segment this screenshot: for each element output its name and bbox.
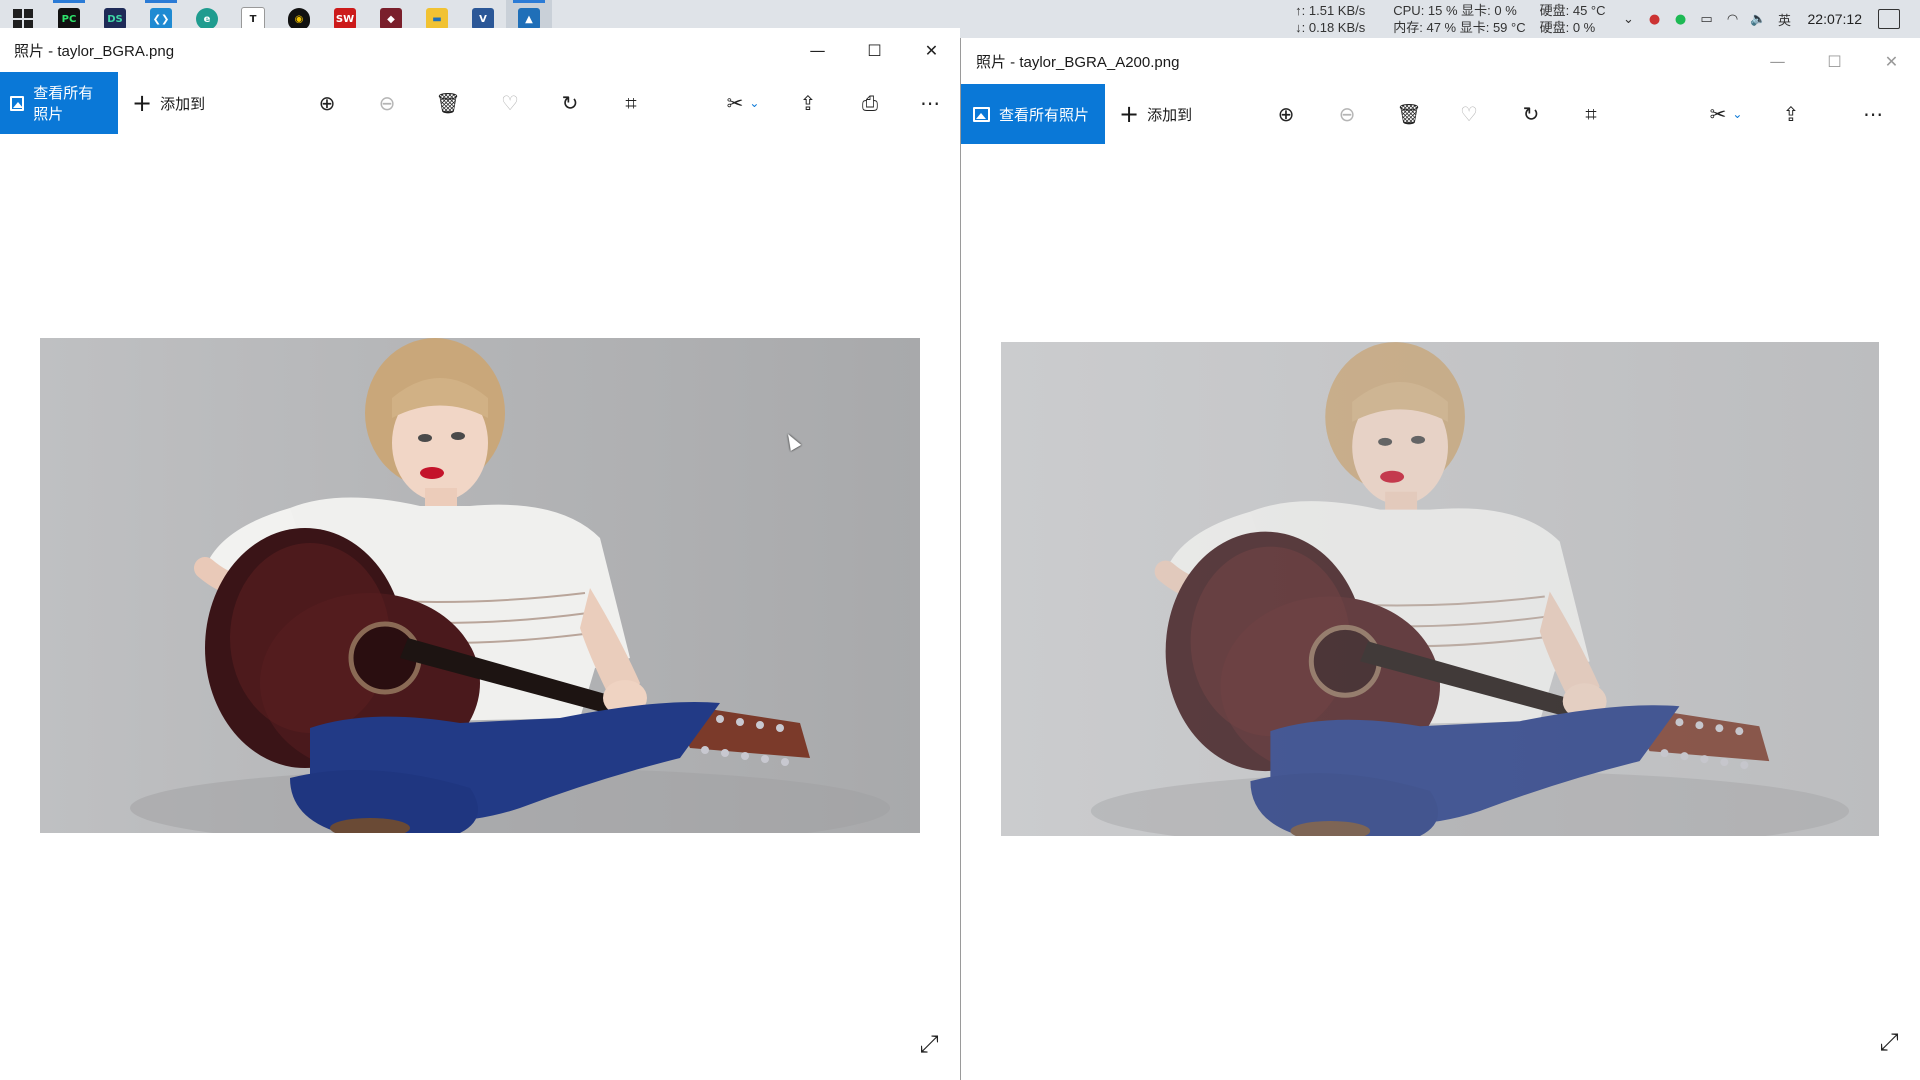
picture-icon [973,106,990,122]
caption-buttons: — ☐ ✕ [789,28,960,72]
wifi-icon[interactable]: ◠ [1724,10,1742,28]
zoom-in-icon[interactable]: ⊕ [1266,84,1306,144]
system-stats: CPU: 15 % 显卡: 0 % 内存: 47 % 显卡: 59 °C [1393,2,1525,36]
rotate-icon[interactable]: ↻ [550,72,590,134]
ime-indicator[interactable]: 英 [1776,10,1794,29]
add-to-label: 添加到 [160,94,206,113]
windows-logo-icon [13,9,33,29]
app-tray-icon[interactable]: ● [1646,10,1664,28]
net-upload: ↑: 1.51 KB/s [1295,3,1366,18]
photo-image [1090,342,1849,836]
qq-penguin-icon: ◉ [288,8,310,30]
minimize-button[interactable]: — [1749,38,1806,84]
photos-window-right: 照片 - taylor_BGRA_A200.png — ☐ ✕ 查看所有照片 +… [960,38,1920,1080]
share-icon[interactable]: ⇪ [788,72,828,134]
volume-icon[interactable]: 🔈 [1750,10,1768,28]
chevron-down-icon[interactable]: ⌄ [1620,10,1638,28]
picture-icon [10,95,25,111]
mem-gpu-temp: 内存: 47 % 显卡: 59 °C [1393,20,1526,35]
title-bar[interactable]: 照片 - taylor_BGRA_A200.png — ☐ ✕ [961,38,1920,84]
more-icon[interactable]: ⋯ [910,72,950,134]
add-to-button[interactable]: + 添加到 [132,89,206,117]
crop-icon[interactable]: ⌗ [1571,84,1611,144]
zoom-in-icon[interactable]: ⊕ [307,72,347,134]
crop-icon[interactable]: ⌗ [611,72,651,134]
network-speed: ↑: 1.51 KB/s ↓: 0.18 KB/s [1295,2,1365,36]
heart-icon[interactable]: ♡ [1449,84,1489,144]
plus-icon: + [1119,100,1140,128]
system-tray: ↑: 1.51 KB/s ↓: 0.18 KB/s CPU: 15 % 显卡: … [1295,0,1920,38]
window-title: 照片 - taylor_BGRA_A200.png [976,53,1180,71]
photo-canvas[interactable] [1001,342,1879,836]
trash-icon[interactable]: 🗑 [428,72,468,134]
photo-toolbar: 查看所有照片 + 添加到 ⊕ ⊖ 🗑 ♡ ↻ ⌗ ✂ ⌄ ⇪ ⋯ [961,84,1920,144]
maximize-button[interactable]: ☐ [846,28,903,72]
photos-window-left: 照片 - taylor_BGRA.png — ☐ ✕ 查看所有照片 + 添加到 … [0,28,960,1080]
edit-create-icon[interactable]: ✂ ⌄ [718,72,768,134]
battery-icon[interactable]: ▭ [1698,10,1716,28]
photo-image [130,338,890,833]
fullscreen-icon[interactable]: ⤢ [1875,1028,1903,1056]
spotify-icon[interactable]: ● [1672,10,1690,28]
solidworks-icon: SW [334,8,356,30]
title-bar[interactable]: 照片 - taylor_BGRA.png — ☐ ✕ [0,28,960,72]
chevron-down-icon: ⌄ [749,96,760,110]
more-icon[interactable]: ⋯ [1853,84,1893,144]
view-all-label: 查看所有照片 [33,84,94,123]
chart-tool-icon: ◆ [380,8,402,30]
photo-toolbar: 查看所有照片 + 添加到 ⊕ ⊖ 🗑 ♡ ↻ ⌗ ✂ ⌄ ⇪ ⎙ ⋯ [0,72,960,134]
add-to-button[interactable]: + 添加到 [1119,100,1193,128]
zoom-out-icon[interactable]: ⊖ [1327,84,1367,144]
print-icon[interactable]: ⎙ [850,72,890,134]
trash-icon[interactable]: 🗑 [1389,84,1429,144]
pycharm-icon: PC [58,8,80,30]
view-all-photos-button[interactable]: 查看所有照片 [961,84,1105,144]
visio-icon: V [472,8,494,30]
window-title: 照片 - taylor_BGRA.png [14,42,175,60]
edge-icon: e [196,8,218,30]
net-download: ↓: 0.18 KB/s [1295,20,1366,35]
vscode-icon: ❮❯ [150,8,172,30]
clock[interactable]: 22:07:12 [1808,11,1863,27]
heart-icon[interactable]: ♡ [490,72,530,134]
rotate-icon[interactable]: ↻ [1511,84,1551,144]
close-button[interactable]: ✕ [903,28,960,72]
edit-create-icon[interactable]: ✂ ⌄ [1701,84,1751,144]
disk-usage: 硬盘: 0 % [1539,20,1596,35]
plus-icon: + [132,89,153,117]
dataspell-icon: DS [104,8,126,30]
minimize-button[interactable]: — [789,28,846,72]
view-all-photos-button[interactable]: 查看所有照片 [0,72,118,134]
notification-icon[interactable] [1878,9,1900,29]
zoom-out-icon[interactable]: ⊖ [367,72,407,134]
add-to-label: 添加到 [1147,105,1193,124]
maximize-button[interactable]: ☐ [1806,38,1863,84]
disk-temp: 硬盘: 45 °C [1539,3,1606,18]
disk-stats: 硬盘: 45 °C 硬盘: 0 % [1540,2,1606,36]
close-button[interactable]: ✕ [1863,38,1920,84]
share-icon[interactable]: ⇪ [1771,84,1811,144]
fullscreen-icon[interactable]: ⤢ [915,1030,943,1058]
view-all-label: 查看所有照片 [999,105,1090,124]
photos-icon: ▲ [518,8,540,30]
cpu-gpu-usage: CPU: 15 % 显卡: 0 % [1393,3,1517,18]
folder-icon: ▬ [426,8,448,30]
chevron-down-icon: ⌄ [1732,107,1743,121]
photo-canvas[interactable] [40,338,920,833]
caption-buttons: — ☐ ✕ [1749,38,1920,84]
